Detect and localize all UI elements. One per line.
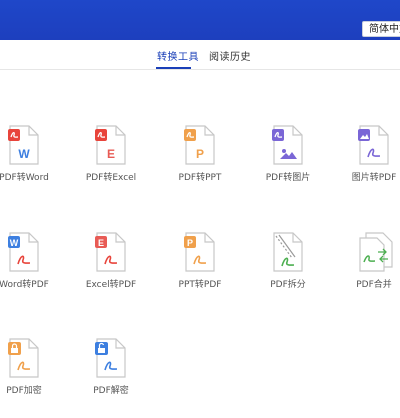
tab-reading-history[interactable]: 阅读历史 — [209, 48, 251, 63]
active-tab-indicator — [156, 67, 191, 69]
top-header-bar: 简体中文 — [0, 0, 400, 40]
tool-label: PDF转Excel — [85, 173, 137, 183]
tool-pdf-to-ppt[interactable]: P PDF转PPT — [160, 125, 240, 205]
tool-pdf-decrypt[interactable]: PDF解密 — [71, 338, 151, 418]
tool-label: PPT转PDF — [178, 280, 222, 290]
word-to-pdf-icon: W — [8, 232, 39, 272]
tool-label: PDF转PPT — [178, 173, 222, 183]
tool-word-to-pdf[interactable]: W Word转PDF — [0, 232, 64, 312]
tool-label: PDF拆分 — [270, 280, 306, 290]
tool-label: 图片转PDF — [351, 173, 397, 183]
pdf-decrypt-icon — [95, 338, 126, 378]
tab-bar: 转换工具 阅读历史 — [0, 40, 400, 70]
tool-label: PDF转Word — [0, 173, 49, 183]
pdf-merge-icon — [359, 232, 393, 272]
svg-text:E: E — [98, 238, 104, 248]
excel-to-pdf-icon: E — [95, 232, 126, 272]
language-selector-button[interactable]: 简体中文 — [362, 21, 400, 37]
svg-text:P: P — [187, 238, 193, 248]
pdf-to-ppt-icon: P — [184, 125, 215, 165]
image-to-pdf-icon — [358, 125, 389, 165]
tool-pdf-to-image[interactable]: PDF转图片 — [248, 125, 328, 205]
svg-text:W: W — [10, 238, 19, 248]
tool-label: PDF加密 — [6, 386, 42, 396]
pdf-to-word-icon: W — [8, 125, 39, 165]
tool-pdf-to-excel[interactable]: E PDF转Excel — [71, 125, 151, 205]
tool-image-to-pdf[interactable]: 图片转PDF — [334, 125, 400, 205]
tool-label: Word转PDF — [0, 280, 49, 290]
svg-text:W: W — [18, 147, 30, 161]
tool-excel-to-pdf[interactable]: E Excel转PDF — [71, 232, 151, 312]
ppt-to-pdf-icon: P — [184, 232, 215, 272]
tool-pdf-split[interactable]: PDF拆分 — [248, 232, 328, 312]
svg-text:P: P — [196, 147, 204, 161]
tool-label: PDF解密 — [93, 386, 129, 396]
pdf-to-excel-icon: E — [95, 125, 126, 165]
pdf-split-icon — [273, 232, 303, 272]
tab-convert-tools[interactable]: 转换工具 — [157, 48, 199, 63]
tool-pdf-merge[interactable]: PDF合并 — [334, 232, 400, 312]
tool-pdf-to-word[interactable]: W PDF转Word — [0, 125, 64, 205]
tool-pdf-encrypt[interactable]: PDF加密 — [0, 338, 64, 418]
pdf-encrypt-icon — [8, 338, 39, 378]
svg-text:E: E — [107, 147, 115, 161]
tool-label: Excel转PDF — [85, 280, 137, 290]
tool-label: PDF转图片 — [265, 173, 311, 183]
tool-ppt-to-pdf[interactable]: P PPT转PDF — [160, 232, 240, 312]
tool-label: PDF合并 — [356, 280, 392, 290]
pdf-to-image-icon — [272, 125, 303, 165]
